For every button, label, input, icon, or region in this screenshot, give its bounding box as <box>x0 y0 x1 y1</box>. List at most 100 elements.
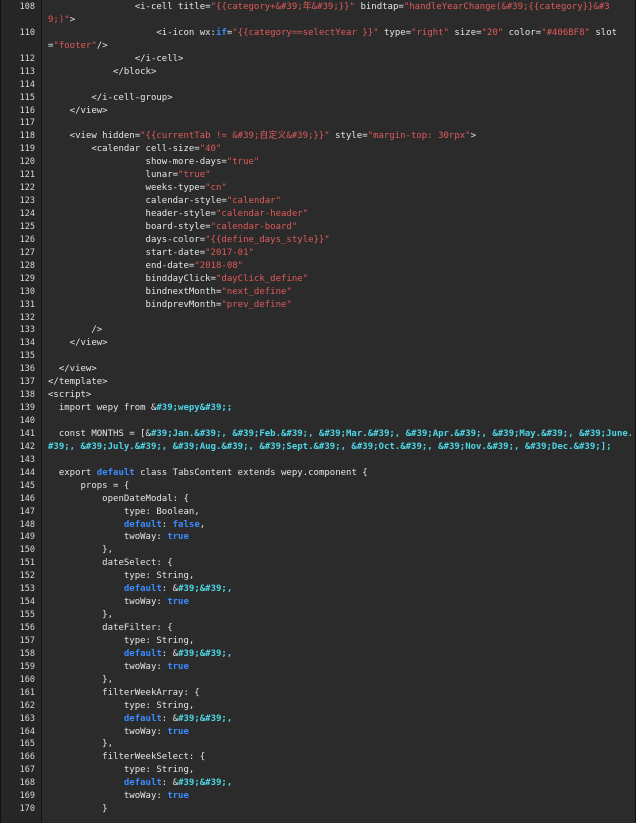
code-text: import wepy from &#39;wepy&#39;; <box>48 402 631 415</box>
code-line[interactable]: 168 default: &#39;&#39;, <box>1 777 635 790</box>
code-line[interactable]: 139 import wepy from &#39;wepy&#39;; <box>1 402 635 415</box>
code-line[interactable]: 124 header-style="calendar-header" <box>1 208 635 221</box>
code-editor[interactable]: 108 <i-cell title="{{category+&#39;年&#39… <box>0 0 636 823</box>
code-token: : <box>161 519 173 530</box>
code-token: props = { <box>48 480 130 491</box>
code-line[interactable]: 159 twoWay: true <box>1 661 635 674</box>
code-line[interactable]: 146 openDateModal: { <box>1 493 635 506</box>
code-line[interactable]: 118 <view hidden="{{currentTab != &#39;自… <box>1 130 635 143</box>
code-line[interactable]: 123 calendar-style="calendar" <box>1 195 635 208</box>
code-line[interactable]: 156 dateFilter: { <box>1 622 635 635</box>
line-number: 149 <box>19 532 35 543</box>
code-token: "true" <box>178 170 211 181</box>
code-line[interactable]: 140 <box>1 415 635 428</box>
code-line[interactable]: 119 <calendar cell-size="40" <box>1 143 635 156</box>
code-line[interactable]: 137 </template> <box>1 376 635 389</box>
code-line[interactable]: 112 </i-cell> <box>1 53 635 66</box>
line-number: 120 <box>19 157 35 168</box>
code-line[interactable]: 142 #39;, &#39;July.&#39;, &#39;Aug.&#39;… <box>1 441 635 454</box>
code-line[interactable]: 155 }, <box>1 609 635 622</box>
code-line[interactable]: 141 const MONTHS = [&#39;Jan.&#39;, &#39… <box>1 428 635 441</box>
code-token: const MONTHS = [& <box>48 428 151 439</box>
code-token: board-style= <box>48 221 211 232</box>
code-line[interactable]: 144 export default class TabsContent ext… <box>1 467 635 480</box>
line-number: 114 <box>19 79 35 90</box>
code-line[interactable]: 166 filterWeekSelect: { <box>1 751 635 764</box>
code-text: type: String, <box>48 635 631 648</box>
code-line[interactable]: 143 <box>1 454 635 467</box>
code-line[interactable]: 154 twoWay: true <box>1 596 635 609</box>
code-line[interactable]: 114 <box>1 79 635 92</box>
code-line[interactable]: 130 bindnextMonth="next_define" <box>1 286 635 299</box>
code-line[interactable]: 116 </view> <box>1 105 635 118</box>
code-lines[interactable]: 108 <i-cell title="{{category+&#39;年&#39… <box>1 1 635 816</box>
code-line[interactable]: 115 </i-cell-group> <box>1 92 635 105</box>
code-line[interactable]: 132 <box>1 312 635 325</box>
code-line[interactable]: 157 type: String, <box>1 635 635 648</box>
code-line[interactable]: 164 twoWay: true <box>1 726 635 739</box>
code-line[interactable]: 135 <box>1 350 635 363</box>
code-line[interactable]: 126 days-color="{{define_days_style}}" <box>1 234 635 247</box>
code-text: type: String, <box>48 700 631 713</box>
code-line[interactable]: ="footer"/> <box>1 40 635 53</box>
code-line[interactable]: 147 type: Boolean, <box>1 506 635 519</box>
code-line[interactable]: 122 weeks-type="cn" <box>1 182 635 195</box>
line-number: 154 <box>19 597 35 608</box>
code-line[interactable]: 153 default: &#39;&#39;, <box>1 583 635 596</box>
line-number: 137 <box>19 377 35 388</box>
code-line[interactable]: 169 twoWay: true <box>1 790 635 803</box>
code-line[interactable]: 150 }, <box>1 544 635 557</box>
code-line[interactable]: 110 <i-icon wx:if="{{category==selectYea… <box>1 27 635 40</box>
code-line[interactable]: 149 twoWay: true <box>1 531 635 544</box>
code-line[interactable]: 125 board-style="calendar-board" <box>1 221 635 234</box>
code-token: #39;&#39;, <box>178 584 233 595</box>
code-token: "handleYearChange(&#39;{{category}}&#3 <box>403 2 610 12</box>
code-token: true <box>167 791 189 802</box>
line-number: 155 <box>19 610 35 621</box>
code-line[interactable]: 161 filterWeekArray: { <box>1 687 635 700</box>
code-line[interactable]: 113 </block> <box>1 66 635 79</box>
code-text: </view> <box>48 363 631 376</box>
code-line[interactable]: 160 }, <box>1 674 635 687</box>
line-number: 124 <box>19 209 35 219</box>
code-line[interactable]: 145 props = { <box>1 480 635 493</box>
code-text: } <box>48 803 631 816</box>
line-number: 163 <box>19 713 35 724</box>
code-token: class TabsContent extends wepy.component… <box>134 467 368 478</box>
code-line[interactable]: 128 end-date="2018-08" <box>1 260 635 273</box>
code-token: days-color= <box>48 234 206 245</box>
code-text: }, <box>48 738 631 751</box>
code-line[interactable]: 152 type: String, <box>1 570 635 583</box>
code-line[interactable]: 148 default: false, <box>1 519 635 532</box>
code-token: binddayClick= <box>48 273 216 284</box>
code-line[interactable]: 131 bindprevMonth="prev_define" <box>1 299 635 312</box>
code-line[interactable]: 108 <i-cell title="{{category+&#39;年&#39… <box>1 1 635 14</box>
code-line[interactable]: 134 </view> <box>1 337 635 350</box>
code-token: type: String, <box>48 765 195 776</box>
code-line[interactable]: 129 binddayClick="dayClick_define" <box>1 273 635 286</box>
code-line[interactable]: 9;)"> <box>1 14 635 27</box>
code-text: <i-icon wx:if="{{category==selectYear }}… <box>48 27 631 40</box>
code-token: #39;&#39;, <box>178 713 233 724</box>
code-line[interactable]: 120 show-more-days="true" <box>1 156 635 169</box>
code-line[interactable]: 158 default: &#39;&#39;, <box>1 648 635 661</box>
code-text: const MONTHS = [&#39;Jan.&#39;, &#39;Feb… <box>48 428 631 441</box>
code-line[interactable]: 167 type: String, <box>1 764 635 777</box>
code-line[interactable]: 151 dateSelect: { <box>1 557 635 570</box>
code-line[interactable]: 163 default: &#39;&#39;, <box>1 713 635 726</box>
code-line[interactable]: 162 type: String, <box>1 700 635 713</box>
code-line[interactable]: 127 start-date="2017-01" <box>1 247 635 260</box>
code-line[interactable]: 165 }, <box>1 738 635 751</box>
code-line[interactable]: 121 lunar="true" <box>1 169 635 182</box>
code-token: "true" <box>226 157 260 168</box>
code-token: "2017-01" <box>205 247 254 258</box>
code-line[interactable]: 133 /> <box>1 324 635 337</box>
code-line[interactable]: 136 </view> <box>1 363 635 376</box>
code-line[interactable]: 138 <script> <box>1 389 635 402</box>
line-number: 158 <box>19 648 35 659</box>
code-line[interactable]: 170 } <box>1 803 635 816</box>
code-token: "footer" <box>53 40 97 51</box>
line-number: 129 <box>19 273 35 284</box>
code-line[interactable]: 117 <box>1 117 635 130</box>
